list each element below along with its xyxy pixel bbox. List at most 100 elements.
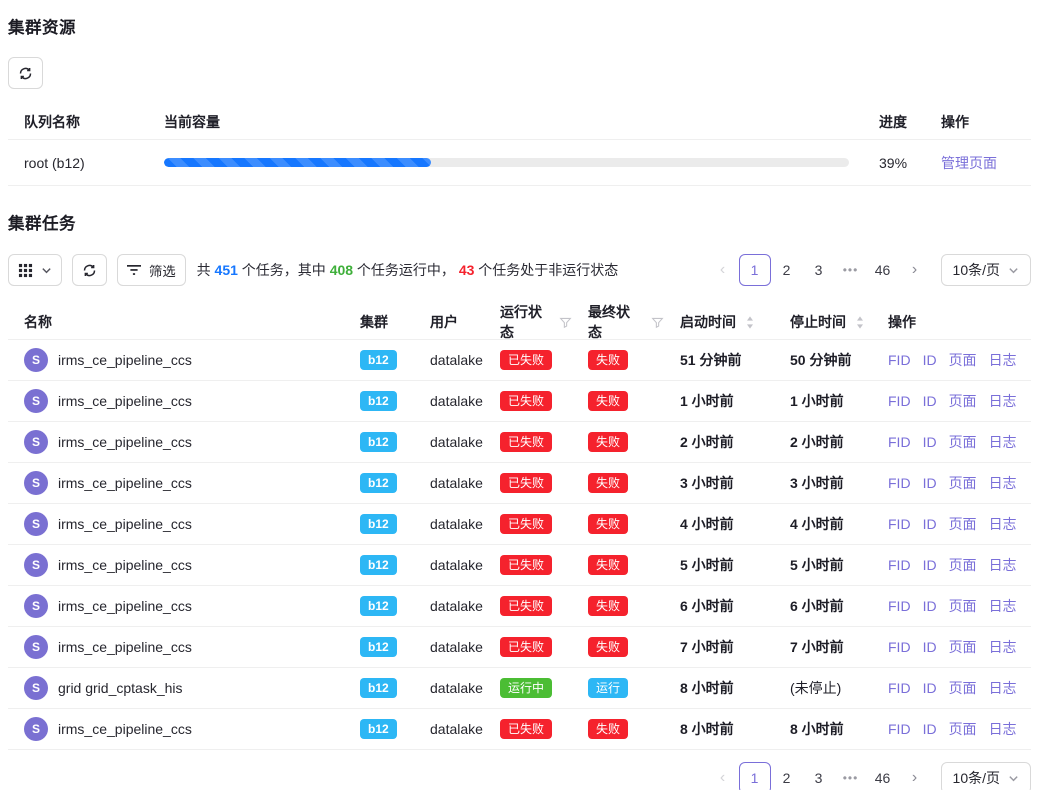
grid-icon <box>18 263 33 278</box>
final-status-tag: 失败 <box>588 719 628 739</box>
task-name: irms_ce_pipeline_ccs <box>58 393 192 409</box>
filter-button[interactable]: 筛选 <box>117 254 186 286</box>
tasks-refresh-button[interactable] <box>72 254 107 286</box>
page-size-select[interactable]: 10条/页 <box>941 762 1031 790</box>
stop-time-sorter[interactable] <box>855 315 865 330</box>
user-name: datalake <box>414 352 484 368</box>
action-link-id[interactable]: ID <box>923 475 937 491</box>
pagination-page-3[interactable]: 3 <box>803 762 835 790</box>
action-link-日志[interactable]: 日志 <box>989 432 1017 452</box>
action-link-日志[interactable]: 日志 <box>989 350 1017 370</box>
cluster-dashboard: 集群资源 队列名称 当前容量 进度 操作 root (b12) 39% 管理页面… <box>0 0 1039 790</box>
run-status-filter[interactable] <box>559 316 572 329</box>
action-link-fid[interactable]: FID <box>888 598 911 614</box>
action-link-fid[interactable]: FID <box>888 352 911 368</box>
chevron-down-icon <box>1008 265 1019 276</box>
task-name: irms_ce_pipeline_ccs <box>58 475 192 491</box>
action-link-id[interactable]: ID <box>923 721 937 737</box>
action-link-日志[interactable]: 日志 <box>989 473 1017 493</box>
action-link-页面[interactable]: 页面 <box>949 555 977 575</box>
filter-funnel-icon[interactable] <box>651 316 664 329</box>
action-link-日志[interactable]: 日志 <box>989 514 1017 534</box>
action-link-fid[interactable]: FID <box>888 393 911 409</box>
final-status-filter[interactable] <box>651 316 664 329</box>
pagination-page-46[interactable]: 46 <box>867 762 899 790</box>
start-time: 51 分钟前 <box>664 350 774 370</box>
action-link-id[interactable]: ID <box>923 393 937 409</box>
pagination-ellipsis[interactable]: ••• <box>835 762 867 790</box>
resources-refresh-button[interactable] <box>8 57 43 89</box>
action-link-id[interactable]: ID <box>923 352 937 368</box>
page-size-select[interactable]: 10条/页 <box>941 254 1031 286</box>
pagination-page-2[interactable]: 2 <box>771 762 803 790</box>
action-link-fid[interactable]: FID <box>888 434 911 450</box>
action-link-页面[interactable]: 页面 <box>949 473 977 493</box>
action-link-id[interactable]: ID <box>923 680 937 696</box>
page-size-value: 10条/页 <box>953 260 1000 280</box>
pagination-bottom: ‹123•••46› 10条/页 <box>707 762 1031 790</box>
col-progress: 进度 <box>863 112 925 132</box>
pagination-page-1[interactable]: 1 <box>739 762 771 790</box>
column-settings-button[interactable] <box>8 254 62 286</box>
run-status-tag: 已失败 <box>500 350 552 370</box>
pagination-ellipsis[interactable]: ••• <box>835 254 867 286</box>
action-link-页面[interactable]: 页面 <box>949 391 977 411</box>
pagination-page-46[interactable]: 46 <box>867 254 899 286</box>
pagination-bottom-wrap: ‹123•••46› 10条/页 <box>8 762 1031 790</box>
action-link-日志[interactable]: 日志 <box>989 596 1017 616</box>
sorter-icon[interactable] <box>855 315 865 330</box>
pagination-page-3[interactable]: 3 <box>803 254 835 286</box>
filter-funnel-icon[interactable] <box>559 316 572 329</box>
col-cluster: 集群 <box>344 312 414 332</box>
action-link-id[interactable]: ID <box>923 434 937 450</box>
user-name: datalake <box>414 393 484 409</box>
action-link-id[interactable]: ID <box>923 557 937 573</box>
user-name: datalake <box>414 516 484 532</box>
col-user: 用户 <box>414 312 484 332</box>
manage-page-link[interactable]: 管理页面 <box>941 155 997 171</box>
resources-title: 集群资源 <box>8 14 1031 38</box>
filter-button-label: 筛选 <box>149 261 176 280</box>
pagination-next[interactable]: › <box>899 254 931 286</box>
action-link-日志[interactable]: 日志 <box>989 391 1017 411</box>
action-link-页面[interactable]: 页面 <box>949 350 977 370</box>
run-status-tag: 已失败 <box>500 432 552 452</box>
task-name: irms_ce_pipeline_ccs <box>58 516 192 532</box>
action-link-id[interactable]: ID <box>923 598 937 614</box>
sorter-icon[interactable] <box>745 315 755 330</box>
action-link-id[interactable]: ID <box>923 516 937 532</box>
action-link-fid[interactable]: FID <box>888 721 911 737</box>
col-start-time[interactable]: 启动时间 <box>664 312 774 332</box>
action-link-页面[interactable]: 页面 <box>949 596 977 616</box>
action-link-日志[interactable]: 日志 <box>989 719 1017 739</box>
final-status-tag: 失败 <box>588 555 628 575</box>
pagination-prev[interactable]: ‹ <box>707 254 739 286</box>
action-link-页面[interactable]: 页面 <box>949 678 977 698</box>
pagination-page-1[interactable]: 1 <box>739 254 771 286</box>
cluster-tag: b12 <box>360 719 397 739</box>
action-link-页面[interactable]: 页面 <box>949 637 977 657</box>
pagination-page-2[interactable]: 2 <box>771 254 803 286</box>
action-link-日志[interactable]: 日志 <box>989 555 1017 575</box>
action-link-fid[interactable]: FID <box>888 639 911 655</box>
action-link-页面[interactable]: 页面 <box>949 514 977 534</box>
run-status-tag: 运行中 <box>500 678 552 698</box>
run-status-tag: 已失败 <box>500 514 552 534</box>
action-link-fid[interactable]: FID <box>888 680 911 696</box>
user-name: datalake <box>414 598 484 614</box>
row-actions: FID ID 页面日志 <box>872 678 1031 698</box>
action-link-页面[interactable]: 页面 <box>949 719 977 739</box>
action-link-日志[interactable]: 日志 <box>989 678 1017 698</box>
col-stop-time[interactable]: 停止时间 <box>774 312 872 332</box>
action-link-id[interactable]: ID <box>923 639 937 655</box>
action-link-fid[interactable]: FID <box>888 516 911 532</box>
action-link-页面[interactable]: 页面 <box>949 432 977 452</box>
task-name: irms_ce_pipeline_ccs <box>58 352 192 368</box>
start-time-sorter[interactable] <box>745 315 755 330</box>
action-link-日志[interactable]: 日志 <box>989 637 1017 657</box>
action-link-fid[interactable]: FID <box>888 475 911 491</box>
user-name: datalake <box>414 721 484 737</box>
pagination-next[interactable]: › <box>899 762 931 790</box>
action-link-fid[interactable]: FID <box>888 557 911 573</box>
pagination-prev[interactable]: ‹ <box>707 762 739 790</box>
